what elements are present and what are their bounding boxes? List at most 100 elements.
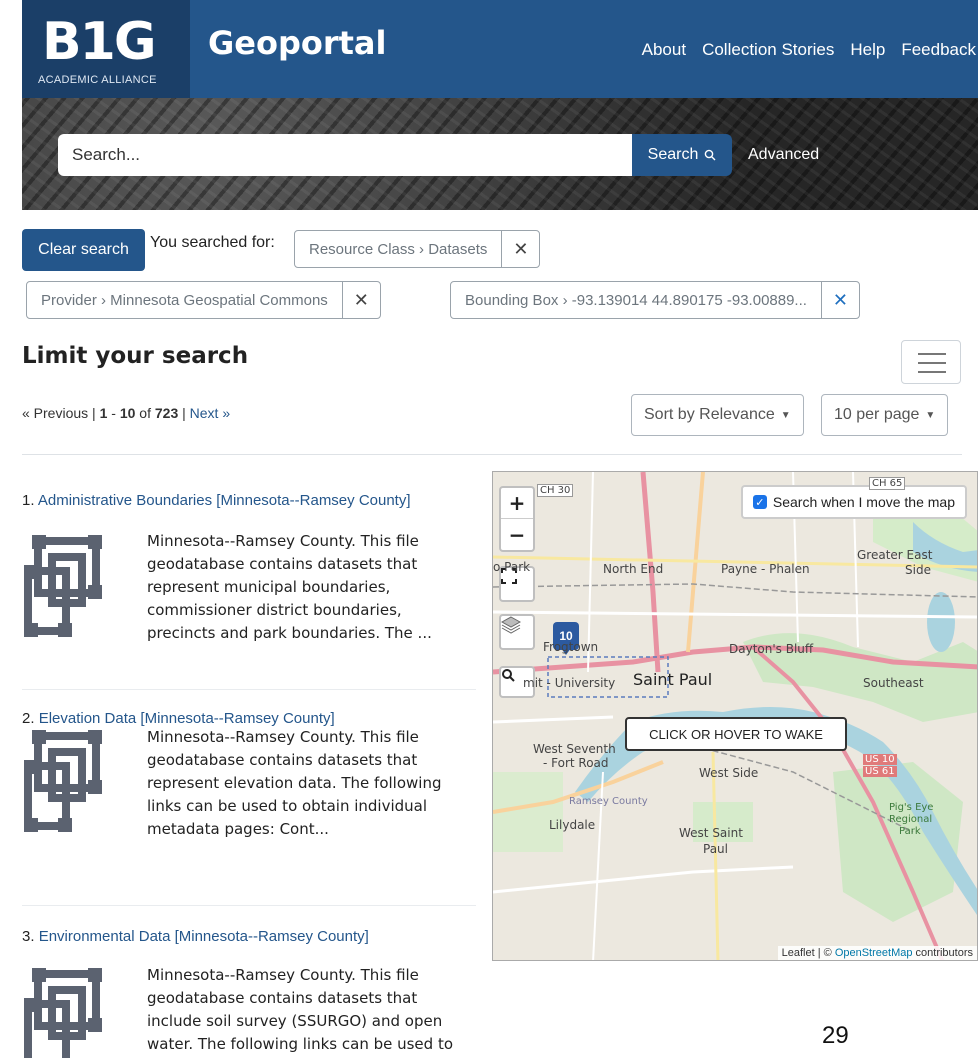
hamburger-line xyxy=(918,353,946,355)
attribution-tail: contributors xyxy=(912,947,973,959)
map-label: Park xyxy=(899,826,921,837)
remove-constraint-icon[interactable]: ✕ xyxy=(341,282,380,318)
range-start: 1 xyxy=(99,405,108,421)
constraint-provider: Provider › Minnesota Geospatial Commons … xyxy=(26,281,381,319)
limit-search-heading: Limit your search xyxy=(22,343,249,369)
logo-mark: B1G xyxy=(42,12,156,72)
result-title-1[interactable]: 1. Administrative Boundaries [Minnesota-… xyxy=(22,492,411,509)
constraint-label[interactable]: Resource Class › Datasets xyxy=(295,231,501,267)
map-label: West Saint xyxy=(679,826,743,840)
route-shield: US 10 xyxy=(863,754,897,765)
previous-link: « Previous xyxy=(22,405,89,421)
map-label: North End xyxy=(603,562,664,576)
result-link[interactable]: Elevation Data [Minnesota--Ramsey County… xyxy=(39,710,335,727)
result-separator xyxy=(22,689,476,690)
map-label: mit - University xyxy=(523,676,616,690)
result-separator xyxy=(22,905,476,906)
map-label: Pig's Eye xyxy=(889,802,934,813)
nav-help[interactable]: Help xyxy=(850,40,885,60)
zoom-out-button[interactable]: − xyxy=(501,519,533,550)
map-label: Payne - Phalen xyxy=(721,562,810,576)
slide-page-number: 29 xyxy=(822,1022,849,1049)
per-page-dropdown[interactable]: 10 per page ▼ xyxy=(821,394,949,436)
osm-link[interactable]: OpenStreetMap xyxy=(835,947,913,959)
dataset-polygon-icon xyxy=(24,535,102,637)
per-page-label: 10 per page xyxy=(834,406,920,423)
map-label: Regional xyxy=(889,814,933,825)
map-attribution: Leaflet | © OpenStreetMap contributors xyxy=(777,946,977,960)
next-link[interactable]: Next » xyxy=(190,405,230,421)
map-label: West Seventh xyxy=(533,742,616,756)
search-button[interactable]: Search xyxy=(632,134,732,176)
route-shield: CH 30 xyxy=(537,484,574,497)
search-on-move-toggle[interactable]: ✓ Search when I move the map xyxy=(740,485,967,519)
search-input[interactable]: Search... xyxy=(58,134,632,176)
dataset-polygon-icon xyxy=(24,730,102,832)
total-count: 723 xyxy=(154,405,179,421)
route-shield: US 61 xyxy=(863,766,897,777)
logo-subtitle: ACADEMIC ALLIANCE xyxy=(38,74,157,86)
divider xyxy=(22,454,962,455)
map-label: Ramsey County xyxy=(569,796,648,807)
map-label: Southeast xyxy=(863,676,924,690)
b1g-logo[interactable]: B1G ACADEMIC ALLIANCE xyxy=(22,0,190,98)
result-link[interactable]: Administrative Boundaries [Minnesota--Ra… xyxy=(38,492,411,509)
app-title[interactable]: Geoportal xyxy=(208,24,386,62)
remove-constraint-icon[interactable]: ✕ xyxy=(501,231,539,267)
constraint-bounding-box: Bounding Box › -93.139014 44.890175 -93.… xyxy=(450,281,860,319)
map-label: West Side xyxy=(699,766,759,780)
remove-constraint-icon[interactable]: ✕ xyxy=(820,282,859,318)
dataset-polygon-icon xyxy=(24,968,102,1058)
constraint-resource-class: Resource Class › Datasets ✕ xyxy=(294,230,541,268)
site-header: B1G ACADEMIC ALLIANCE Geoportal About Co… xyxy=(22,0,978,98)
advanced-search-link[interactable]: Advanced xyxy=(748,146,819,164)
map-label: Dayton's Bluff xyxy=(729,642,814,656)
map-wake-overlay[interactable]: CLICK OR HOVER TO WAKE xyxy=(625,717,847,751)
result-title-3[interactable]: 3. Environmental Data [Minnesota--Ramsey… xyxy=(22,928,369,945)
sort-dropdown[interactable]: Sort by Relevance ▼ xyxy=(631,394,804,436)
nav-feedback[interactable]: Feedback xyxy=(901,40,976,60)
facet-toggle-button[interactable] xyxy=(901,340,961,384)
hamburger-line xyxy=(918,362,946,364)
map-label: Lilydale xyxy=(549,818,596,832)
searched-for-label: You searched for: xyxy=(150,234,275,251)
of-label: of xyxy=(139,405,151,421)
search-hero: Search... Search Advanced xyxy=(22,98,978,210)
search-button-label: Search xyxy=(647,146,699,163)
leaflet-link[interactable]: Leaflet xyxy=(782,947,815,959)
route-shield: CH 65 xyxy=(869,477,906,490)
search-on-move-label: Search when I move the map xyxy=(772,494,955,510)
caret-down-icon: ▼ xyxy=(925,409,936,421)
zoom-in-button[interactable]: + xyxy=(501,488,533,519)
map-label: Side xyxy=(905,563,931,577)
attribution-sep: | © xyxy=(814,947,835,959)
clear-search-button[interactable]: Clear search xyxy=(22,229,145,271)
sort-label: Sort by Relevance xyxy=(644,406,775,423)
result-description: Minnesota--Ramsey County. This file geod… xyxy=(147,728,442,838)
nav-collection-stories[interactable]: Collection Stories xyxy=(702,40,834,60)
constraint-label[interactable]: Bounding Box › -93.139014 44.890175 -93.… xyxy=(451,282,821,318)
map-label: Greater East xyxy=(857,548,933,562)
result-number: 3. xyxy=(22,928,35,945)
caret-down-icon: ▼ xyxy=(780,409,791,421)
top-nav: About Collection Stories Help Feedback xyxy=(642,40,976,60)
map-label: o Park xyxy=(493,560,531,574)
checkbox-checked-icon[interactable]: ✓ xyxy=(752,495,767,509)
pagination-summary: « Previous | 1 - 10 of 723 | Next » xyxy=(22,405,231,421)
search-placeholder: Search... xyxy=(72,145,141,164)
constraint-label[interactable]: Provider › Minnesota Geospatial Commons xyxy=(27,282,342,318)
map-label-city: Saint Paul xyxy=(633,670,713,689)
nav-about[interactable]: About xyxy=(642,40,686,60)
result-number: 1. xyxy=(22,492,35,509)
search-icon xyxy=(705,149,716,161)
layers-icon[interactable] xyxy=(499,614,535,650)
result-description: Minnesota--Ramsey County. This file geod… xyxy=(147,532,432,642)
result-link[interactable]: Environmental Data [Minnesota--Ramsey Co… xyxy=(39,928,369,945)
result-description: Minnesota--Ramsey County. This file geod… xyxy=(147,966,454,1053)
map-label: Paul xyxy=(703,842,728,856)
range-end: 10 xyxy=(119,405,136,421)
search-map[interactable]: + − ✓ Search when I move the map 10 Nort… xyxy=(492,471,978,961)
result-title-2[interactable]: 2. Elevation Data [Minnesota--Ramsey Cou… xyxy=(22,710,335,727)
map-label: - Fort Road xyxy=(543,756,609,770)
zoom-control: + − xyxy=(499,486,535,552)
